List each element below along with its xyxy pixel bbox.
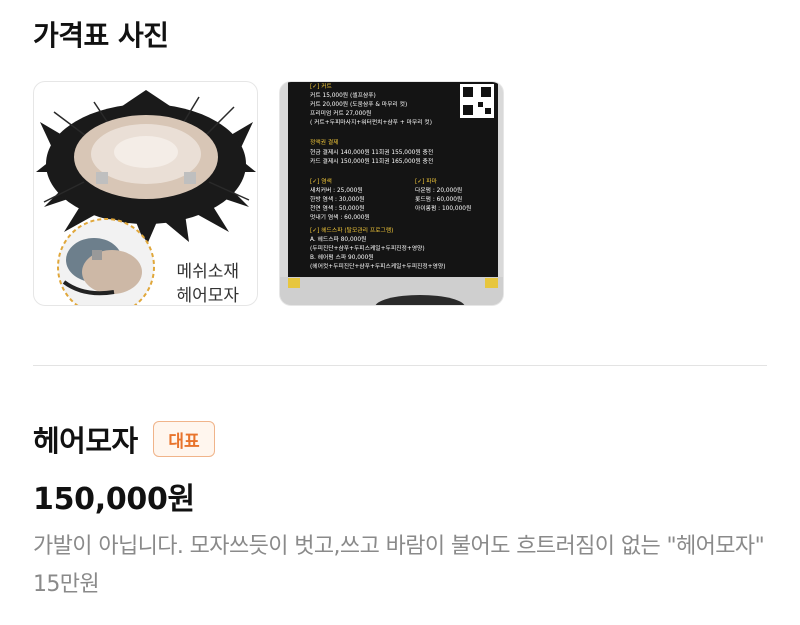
board-spa-title: [✓] 헤드스파 (탈모관리 프로그램)	[310, 226, 393, 234]
board-line: (두피진단+샴푸+두피스케일+두피진정+영양)	[310, 244, 425, 252]
product-description: 가발이 아닙니다. 모자쓰듯이 벗고,쓰고 바람이 불어도 흐트러짐이 없는 "…	[33, 534, 765, 597]
product-name: 헤어모자	[33, 424, 138, 458]
photo-thumbnail-price-board[interactable]: [✓] 커트 커트 15,000원 (셀프샴푸) 커트 20,000원 (도움샴…	[279, 81, 504, 306]
section-title: 가격표 사진	[33, 19, 169, 52]
board-line: 커트 15,000원 (셀프샴푸)	[310, 91, 376, 99]
representative-badge: 대표	[153, 421, 215, 457]
board-line: 새치커버 : 25,000원	[310, 186, 363, 194]
price-board-image: [✓] 커트 커트 15,000원 (셀프샴푸) 커트 20,000원 (도움샴…	[280, 82, 503, 305]
board-line: ( 커트+두피마사지+워터펀치+샴푸 + 마무리 컷)	[310, 118, 432, 126]
board-line: 다운펌 : 20,000원	[415, 186, 462, 194]
photo-caption: 메쉬소재 헤어모자	[176, 260, 239, 306]
caption-line-product: 헤어모자	[176, 286, 239, 306]
board-perm-title: [✓] 파마	[415, 177, 438, 185]
product-price: 150,000원	[33, 482, 195, 517]
board-line: A. 헤드스파 80,000원	[310, 235, 366, 243]
board-line: (헤어컷+두피진단+샴푸+두피스케일+두피진정+영양)	[310, 262, 445, 270]
board-dye-title: [✓] 염색	[310, 177, 332, 185]
photo-thumbnail-hairpiece[interactable]: 메쉬소재 헤어모자	[33, 81, 258, 306]
board-line: 아이롱펌 : 100,000원	[415, 204, 471, 212]
board-prepaid-title: 정액권 결제	[310, 138, 339, 146]
board-line: 멋내기 염색 : 60,000원	[310, 213, 370, 221]
board-line: 카드 결제시 150,000원 11회권 165,000원 충전	[310, 157, 433, 165]
board-line: 커트 20,000원 (도움샴푸 & 마무리 컷)	[310, 100, 407, 108]
board-line: 천연 염색 : 50,000원	[310, 204, 364, 212]
board-line: 한방 염색 : 30,000원	[310, 195, 364, 203]
board-line: 현금 결제시 140,000원 11회권 155,000원 충전	[310, 148, 433, 156]
board-line: [✓] 커트	[310, 82, 333, 90]
caption-line-material: 메쉬소재	[176, 262, 239, 282]
board-line: 프리미엄 커트 27,000원	[310, 109, 371, 117]
board-line: 롯드펌 : 60,000원	[415, 195, 462, 203]
section-divider	[33, 365, 767, 366]
board-line: B. 헤어펌 스파 90,000원	[310, 253, 374, 261]
